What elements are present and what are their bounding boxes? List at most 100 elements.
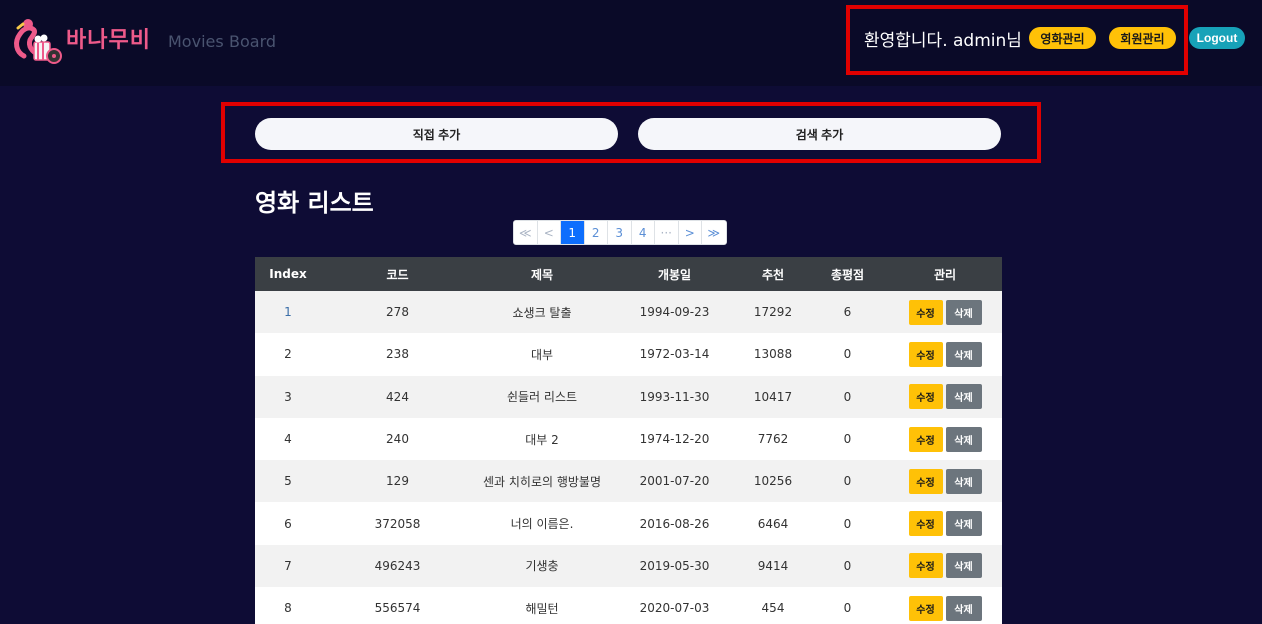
table-row: 3 424 쉰들러 리스트 1993-11-30 10417 0 수정 삭제 (255, 375, 1002, 418)
cell-release-date: 1993-11-30 (639, 389, 710, 404)
row-actions: 수정 삭제 (908, 468, 982, 494)
page-next-button[interactable]: > (678, 221, 702, 244)
cell-code: 556574 (374, 601, 421, 616)
delete-button[interactable]: 삭제 (945, 468, 982, 494)
column-header: 코드 (386, 267, 409, 282)
cell-title: 대부 2 (525, 432, 559, 447)
cell-actions: 수정 삭제 (888, 545, 1002, 587)
cell-rating: 0 (843, 601, 852, 616)
page-4-button[interactable]: 4 (631, 221, 655, 244)
cell-title: 쇼생크 탈출 (512, 305, 572, 320)
table-row: 6 372058 너의 이름은. 2016-08-26 6464 0 수정 삭제 (255, 502, 1002, 545)
table-row: 4 240 대부 2 1974-12-20 7762 0 수정 삭제 (255, 417, 1002, 461)
cell-code: 240 (386, 432, 409, 447)
cell-release-date: 1994-09-23 (639, 305, 710, 320)
delete-button[interactable]: 삭제 (945, 553, 982, 579)
cell-actions: 수정 삭제 (888, 502, 1002, 544)
cell-rating: 0 (843, 347, 852, 362)
movie-table: Index 코드 제목 개봉일 추천 총평점 관리 1 2 7 8 쇼생크 탈출 1994… (255, 257, 1002, 624)
cell-title: 센과 치히로의 행방불명 (482, 474, 602, 489)
cell-code: 496243 (374, 558, 421, 573)
page-1-button[interactable]: 1 (561, 221, 585, 244)
page-last-button[interactable]: ≫ (702, 221, 726, 244)
cell-actions: 수정 삭제 (888, 376, 1002, 418)
cell-recommend: 6464 (757, 516, 789, 531)
column-header: 개봉일 (657, 267, 692, 282)
page-title: 영화 리스트 (255, 189, 374, 217)
column-header: 관리 (933, 267, 957, 282)
cell-actions: 수정 삭제 (888, 587, 1002, 624)
cell-title: 대부 (530, 347, 554, 362)
column-header: 총평점 (830, 267, 865, 282)
movie-table-container: Index 코드 제목 개봉일 추천 총평점 관리 1 2 7 8 쇼생크 탈출 1994… (255, 257, 1002, 624)
cell-recommend: 7762 (757, 432, 789, 447)
cell-rating: 0 (843, 474, 852, 489)
cell-title: 쉰들러 리스트 (506, 390, 578, 405)
cell-code: 424 (386, 389, 409, 404)
delete-button[interactable]: 삭제 (945, 511, 982, 537)
table-row: 2 238 대부 1972-03-14 13088 0 수정 삭제 (255, 333, 1002, 376)
edit-button[interactable]: 수정 (908, 511, 943, 537)
delete-button[interactable]: 삭제 (945, 595, 982, 621)
cell-rating: 0 (843, 432, 852, 447)
cell-recommend: 9414 (757, 558, 789, 573)
row-actions: 수정 삭제 (908, 553, 982, 579)
brand-name[interactable]: 바나무비 (66, 22, 151, 54)
cell-recommend: 17292 (753, 305, 793, 320)
cell-release-date: 2020-07-03 (639, 601, 710, 616)
edit-button[interactable]: 수정 (908, 468, 943, 494)
cell-release-date: 2019-05-30 (639, 558, 710, 573)
cell-index: 7 (284, 558, 292, 573)
cell-recommend: 10417 (753, 389, 793, 404)
nav-board-link[interactable]: Board (229, 32, 276, 51)
table-row: 7 496243 기생충 2019-05-30 9414 0 수정 삭제 (255, 544, 1002, 588)
edit-button[interactable]: 수정 (908, 384, 943, 410)
cell-code: 372058 (374, 516, 421, 531)
cell-index: 3 (284, 389, 292, 404)
cell-title: 해밀턴 (525, 601, 559, 616)
highlight-box-user-menu (846, 5, 1188, 75)
cell-recommend: 454 (761, 601, 785, 616)
cell-rating: 0 (843, 516, 852, 531)
edit-button[interactable]: 수정 (908, 299, 943, 325)
cell-title: 너의 이름은. (510, 517, 574, 532)
row-actions: 수정 삭제 (908, 426, 982, 452)
cell-index[interactable]: 1 (255, 291, 321, 333)
cell-release-date: 1972-03-14 (639, 347, 710, 362)
delete-button[interactable]: 삭제 (945, 384, 982, 410)
delete-button[interactable]: 삭제 (945, 299, 982, 325)
cell-index: 8 (284, 601, 292, 616)
column-header: Index (269, 267, 307, 281)
page-3-button[interactable]: 3 (608, 221, 632, 244)
cell-actions: 수정 삭제 (888, 418, 1002, 460)
column-header: 추천 (761, 267, 785, 282)
row-actions: 수정 삭제 (908, 511, 982, 537)
cell-index: 6 (284, 516, 292, 531)
delete-button[interactable]: 삭제 (945, 426, 982, 452)
cell-recommend: 13088 (753, 347, 793, 362)
cell-index: 5 (284, 474, 292, 489)
table-header-row: Index 코드 제목 개봉일 추천 총평점 관리 (255, 257, 1002, 291)
edit-button[interactable]: 수정 (908, 341, 943, 367)
page-ellipsis: ··· (655, 221, 679, 244)
page-2-button[interactable]: 2 (584, 221, 608, 244)
edit-button[interactable]: 수정 (908, 426, 943, 452)
page-prev-button[interactable]: < (537, 221, 561, 244)
logout-button[interactable]: Logout (1189, 27, 1245, 49)
cell-actions: 수정 삭제 (888, 333, 1002, 375)
cell-actions: 수정 삭제 (888, 460, 1002, 502)
edit-button[interactable]: 수정 (908, 595, 943, 621)
row-actions: 수정 삭제 (908, 341, 982, 367)
cell-rating: 6 (843, 305, 852, 320)
cell-rating: 0 (843, 558, 852, 573)
row-actions: 수정 삭제 (908, 299, 982, 325)
edit-button[interactable]: 수정 (908, 553, 943, 579)
cell-index: 2 (284, 347, 292, 362)
page-first-button[interactable]: ≪ (514, 221, 538, 244)
column-header: 제목 (530, 267, 554, 282)
nav-movies-link[interactable]: Movies (168, 32, 224, 51)
table-row: 5 129 센과 치히로의 행방불명 2001-07-20 10256 0 수정 삭제 (255, 460, 1002, 503)
cell-recommend: 10256 (753, 474, 793, 489)
delete-button[interactable]: 삭제 (945, 341, 982, 367)
flamingo-logo-icon[interactable] (12, 16, 64, 68)
